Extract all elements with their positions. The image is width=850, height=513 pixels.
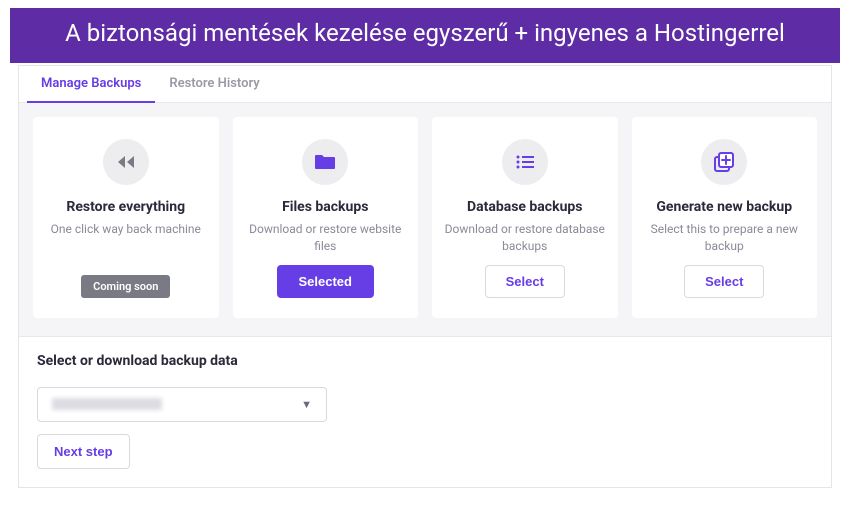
backup-options: Restore everything One click way back ma… — [19, 103, 831, 336]
select-button[interactable]: Select — [684, 265, 764, 298]
folder-icon — [302, 139, 348, 185]
card-description: Download or restore website files — [245, 221, 407, 255]
promo-banner: A biztonsági mentések kezelése egyszerű … — [8, 6, 842, 65]
download-section: Select or download backup data ▼ Next st… — [19, 336, 831, 487]
card-restore-everything: Restore everything One click way back ma… — [33, 117, 219, 318]
chevron-down-icon: ▼ — [301, 398, 312, 411]
backup-panel: Manage Backups Restore History Restore e… — [18, 65, 832, 488]
card-title: Restore everything — [66, 199, 185, 215]
card-title: Files backups — [282, 199, 368, 215]
card-description: One click way back machine — [51, 221, 201, 265]
section-title: Select or download backup data — [37, 353, 813, 369]
card-title: Generate new backup — [656, 199, 792, 215]
tab-restore-history[interactable]: Restore History — [155, 66, 273, 103]
banner-text: A biztonsági mentések kezelése egyszerű … — [65, 19, 785, 47]
tab-bar: Manage Backups Restore History — [19, 66, 831, 103]
backup-date-dropdown[interactable]: ▼ — [37, 387, 327, 422]
next-step-button[interactable]: Next step — [37, 434, 130, 469]
card-files-backups: Files backups Download or restore websit… — [233, 117, 419, 318]
tab-manage-backups[interactable]: Manage Backups — [27, 66, 155, 103]
tab-label: Manage Backups — [41, 76, 141, 91]
dropdown-value-obscured — [52, 398, 162, 410]
card-database-backups: Database backups Download or restore dat… — [432, 117, 618, 318]
coming-soon-badge: Coming soon — [81, 275, 170, 298]
tab-label: Restore History — [169, 76, 259, 91]
add-copy-icon — [701, 139, 747, 185]
card-title: Database backups — [467, 199, 582, 215]
select-button[interactable]: Select — [485, 265, 565, 298]
card-generate-backup: Generate new backup Select this to prepa… — [632, 117, 818, 318]
selected-button[interactable]: Selected — [277, 265, 374, 298]
card-description: Download or restore database backups — [444, 221, 606, 255]
card-description: Select this to prepare a new backup — [644, 221, 806, 255]
rewind-icon — [103, 139, 149, 185]
list-icon — [502, 139, 548, 185]
